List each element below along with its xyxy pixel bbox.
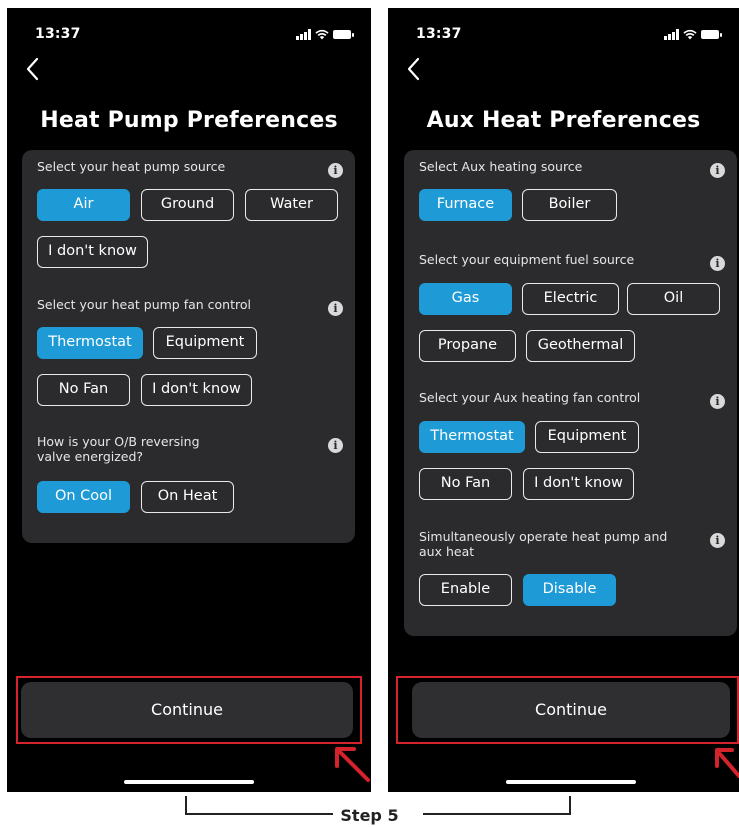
option-i-dont-know[interactable]: I don't know	[141, 374, 252, 406]
option-electric[interactable]: Electric	[522, 283, 619, 315]
option-air[interactable]: Air	[37, 189, 130, 221]
left-phone-screen: 13:37 Heat Pump Preferences Select your …	[7, 8, 371, 792]
section-label-simultaneous-operation: Simultaneously operate heat pump and aux…	[419, 529, 668, 559]
option-ground[interactable]: Ground	[141, 189, 234, 221]
info-icon[interactable]: i	[710, 163, 725, 178]
status-icons	[664, 28, 722, 40]
back-chevron-icon[interactable]	[23, 56, 43, 82]
option-i-dont-know[interactable]: I don't know	[37, 236, 148, 268]
info-icon[interactable]: i	[710, 394, 725, 409]
option-propane[interactable]: Propane	[419, 330, 516, 362]
option-enable[interactable]: Enable	[419, 574, 512, 606]
info-icon[interactable]: i	[328, 438, 343, 453]
option-on-cool[interactable]: On Cool	[37, 481, 130, 513]
option-water[interactable]: Water	[245, 189, 338, 221]
option-furnace[interactable]: Furnace	[419, 189, 512, 221]
option-no-fan[interactable]: No Fan	[419, 468, 512, 500]
step-label: Step 5	[340, 806, 399, 825]
status-time: 13:37	[35, 26, 81, 42]
option-thermostat[interactable]: Thermostat	[419, 421, 525, 453]
wifi-icon	[315, 29, 329, 39]
section-label-fan-control: Select your heat pump fan control	[37, 297, 251, 312]
info-icon[interactable]: i	[328, 163, 343, 178]
signal-icon	[296, 28, 311, 40]
info-icon[interactable]: i	[710, 256, 725, 271]
option-geothermal[interactable]: Geothermal	[526, 330, 635, 362]
option-on-heat[interactable]: On Heat	[141, 481, 234, 513]
status-time: 13:37	[416, 26, 462, 42]
back-chevron-icon[interactable]	[404, 56, 424, 82]
option-gas[interactable]: Gas	[419, 283, 512, 315]
section-label-fuel-source: Select your equipment fuel source	[419, 252, 635, 267]
option-i-dont-know[interactable]: I don't know	[523, 468, 634, 500]
option-equipment[interactable]: Equipment	[153, 327, 257, 359]
preferences-card: Select your heat pump source i Air Groun…	[22, 150, 355, 543]
option-boiler[interactable]: Boiler	[522, 189, 617, 221]
option-equipment[interactable]: Equipment	[535, 421, 639, 453]
page-title: Aux Heat Preferences	[426, 108, 701, 133]
signal-icon	[664, 28, 679, 40]
pointer-arrow-icon	[335, 747, 370, 782]
section-label-ob-reversing-valve: How is your O/B reversing valve energize…	[37, 434, 200, 464]
option-disable[interactable]: Disable	[523, 574, 616, 606]
home-indicator	[124, 780, 254, 784]
section-label-aux-heating-source: Select Aux heating source	[419, 159, 583, 174]
option-oil[interactable]: Oil	[627, 283, 720, 315]
info-icon[interactable]: i	[328, 301, 343, 316]
preferences-card: Select Aux heating source i Furnace Boil…	[404, 150, 737, 636]
continue-highlight-box	[396, 676, 739, 744]
info-icon[interactable]: i	[710, 533, 725, 548]
home-indicator	[505, 780, 636, 784]
option-no-fan[interactable]: No Fan	[37, 374, 130, 406]
battery-icon	[333, 29, 354, 39]
page-title: Heat Pump Preferences	[40, 108, 338, 133]
continue-highlight-box	[16, 676, 362, 744]
section-label-aux-fan-control: Select your Aux heating fan control	[419, 390, 641, 405]
wifi-icon	[683, 29, 697, 39]
status-bar: 13:37	[35, 24, 354, 44]
option-thermostat[interactable]: Thermostat	[37, 327, 143, 359]
status-bar: 13:37	[416, 24, 722, 44]
battery-icon	[701, 29, 722, 39]
right-phone-screen: 13:37 Aux Heat Preferences Select Aux he…	[388, 8, 739, 792]
section-label-heat-pump-source: Select your heat pump source	[37, 159, 226, 174]
pointer-arrow-icon	[715, 748, 739, 778]
status-icons	[296, 28, 354, 40]
